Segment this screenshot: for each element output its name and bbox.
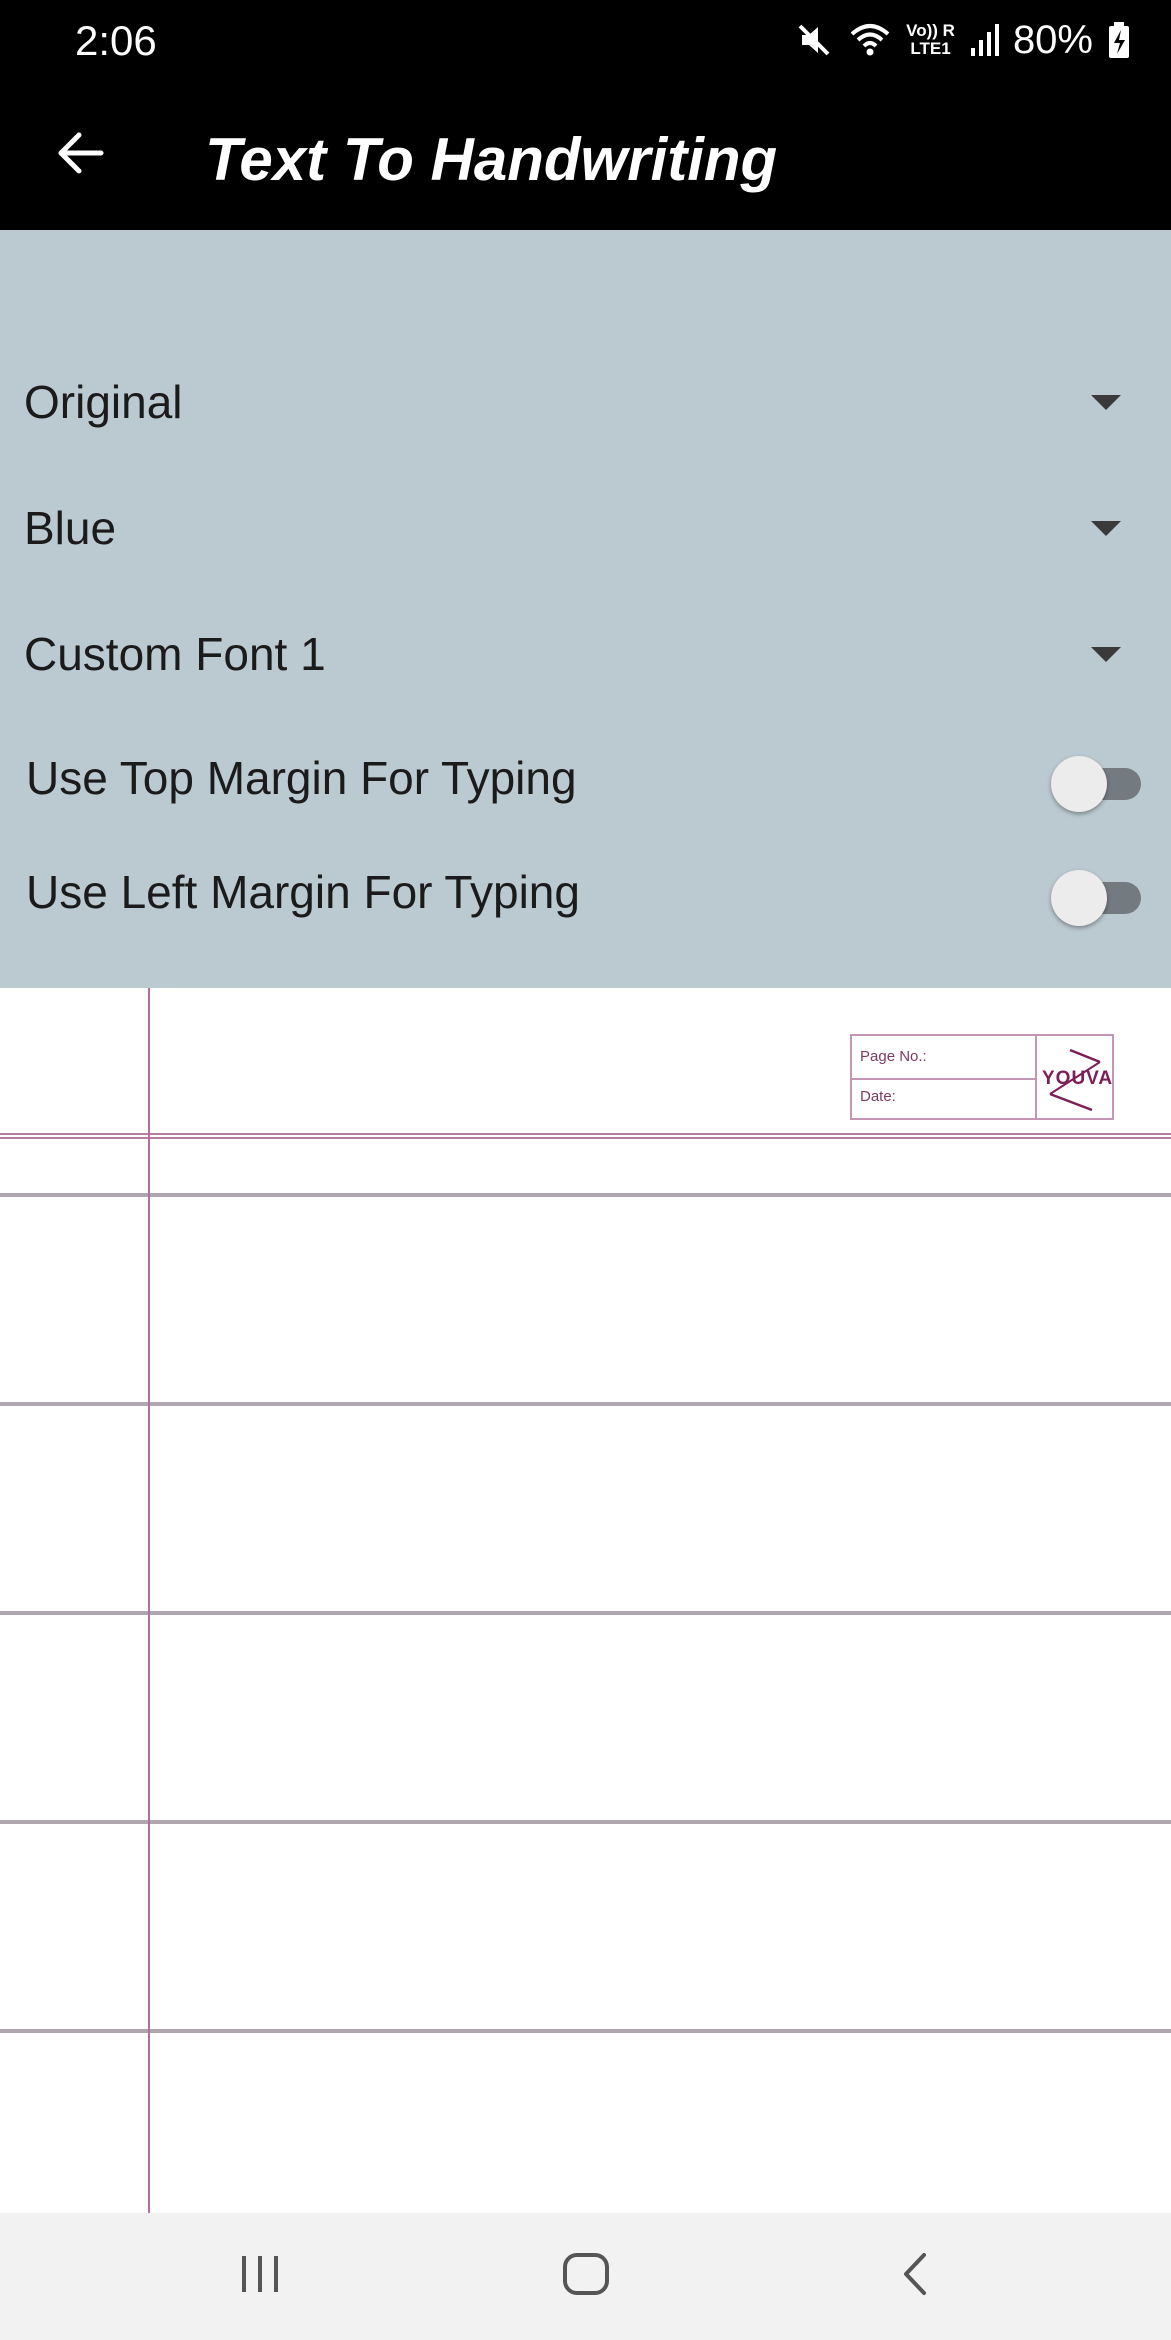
- left-margin-switch[interactable]: [1051, 870, 1141, 926]
- dropdown-arrow-icon: [1091, 647, 1121, 662]
- arrow-left-icon: [55, 130, 105, 181]
- status-time: 2:06: [75, 17, 157, 64]
- notebook-page-preview[interactable]: Page No.: Date: YOUVA: [0, 988, 1171, 2213]
- system-back-button[interactable]: [856, 2241, 976, 2311]
- brand-logo: YOUVA: [1040, 1040, 1114, 1116]
- battery-charging-icon: [1107, 20, 1131, 60]
- dropdown-arrow-icon: [1091, 395, 1121, 410]
- left-margin-label: Use Left Margin For Typing: [26, 866, 580, 918]
- font-dropdown[interactable]: Custom Font 1: [0, 599, 1171, 709]
- switch-thumb: [1051, 870, 1107, 926]
- network-type-label: Vo)) R LTE1: [906, 22, 955, 58]
- volte-label: Vo)) R: [906, 21, 955, 40]
- status-icons: Vo)) R LTE1 80%: [794, 14, 1131, 66]
- app-bar: Text To Handwriting: [0, 80, 1171, 230]
- wifi-icon: [848, 20, 892, 60]
- margin-line: [148, 988, 150, 2213]
- header-rule-line: [0, 1133, 1171, 1139]
- header-divider: [852, 1078, 1035, 1080]
- header-divider: [1035, 1036, 1037, 1118]
- top-margin-row: Use Top Margin For Typing: [0, 728, 1171, 828]
- settings-panel: Original Blue Custom Font 1 Use Top Marg…: [0, 230, 1171, 988]
- left-margin-row: Use Left Margin For Typing: [0, 842, 1171, 942]
- dropdown-arrow-icon: [1091, 521, 1121, 536]
- switch-thumb: [1051, 756, 1107, 812]
- ink-color-value: Blue: [24, 502, 117, 554]
- font-value: Custom Font 1: [24, 628, 326, 680]
- signal-icon: [969, 22, 999, 58]
- page-no-label: Page No.:: [860, 1048, 927, 1065]
- paper-style-value: Original: [24, 376, 183, 428]
- battery-percent: 80%: [1012, 18, 1093, 62]
- date-label: Date:: [860, 1088, 896, 1105]
- page-header-box: Page No.: Date: YOUVA: [850, 1034, 1114, 1120]
- top-margin-switch[interactable]: [1051, 756, 1141, 812]
- status-bar: 2:06 Vo)) R LTE1 80%: [0, 0, 1171, 80]
- navigation-bar: [0, 2213, 1171, 2340]
- recent-apps-icon: [236, 2254, 284, 2299]
- mute-icon: [794, 20, 834, 60]
- ruled-lines: [0, 988, 1171, 2213]
- paper-style-dropdown[interactable]: Original: [0, 347, 1171, 457]
- brand-text: YOUVA: [1042, 1068, 1114, 1089]
- home-button[interactable]: [526, 2241, 646, 2311]
- recent-apps-button[interactable]: [200, 2241, 320, 2311]
- ink-color-dropdown[interactable]: Blue: [0, 473, 1171, 583]
- home-icon: [561, 2251, 611, 2302]
- lte-label: LTE1: [910, 39, 951, 58]
- chevron-left-icon: [896, 2251, 936, 2302]
- back-button[interactable]: [40, 115, 120, 195]
- page-title: Text To Handwriting: [205, 126, 778, 193]
- top-margin-label: Use Top Margin For Typing: [26, 752, 577, 804]
